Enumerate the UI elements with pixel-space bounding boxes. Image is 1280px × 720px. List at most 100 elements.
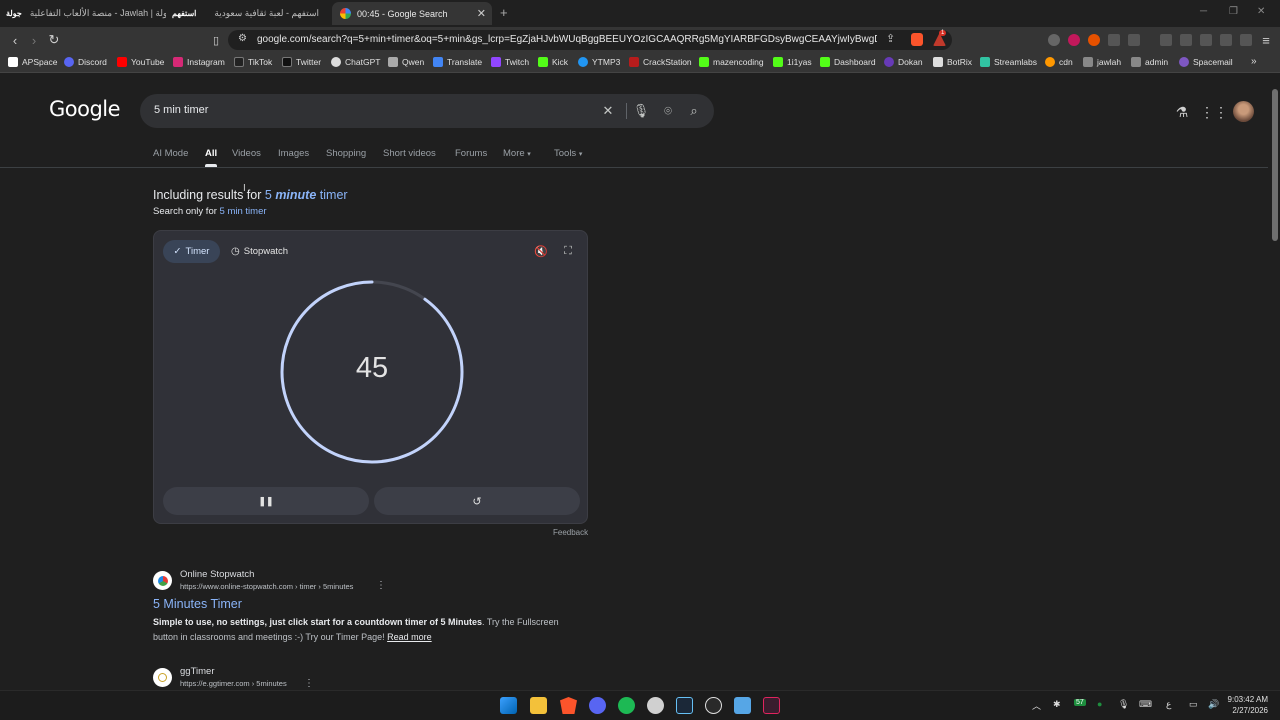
tab-videos[interactable]: Videos xyxy=(232,148,261,159)
pause-button[interactable]: ❚❚ xyxy=(163,487,369,515)
address-bar[interactable]: ⚙ google.com/search?q=5+min+timer&oq=5+m… xyxy=(228,30,952,50)
bookmark-item[interactable]: 1i1yas xyxy=(773,57,812,67)
extension-icon[interactable] xyxy=(1088,34,1100,46)
tab-forums[interactable]: Forums xyxy=(455,148,487,159)
language-indicator[interactable]: ع xyxy=(1166,699,1171,710)
tab-shopping[interactable]: Shopping xyxy=(326,148,366,159)
clock-time[interactable]: 9:03:42 AM xyxy=(1224,695,1268,704)
bookmark-item[interactable]: ChatGPT xyxy=(331,57,380,67)
result-url[interactable]: https://e.ggtimer.com › 5minutes xyxy=(180,679,287,688)
vpn-icon[interactable] xyxy=(1048,34,1060,46)
page-scrollbar[interactable] xyxy=(1270,73,1280,690)
steelseries-icon[interactable] xyxy=(647,697,664,714)
bookmark-item[interactable]: Twitch xyxy=(491,57,529,67)
scrollbar-thumb[interactable] xyxy=(1272,89,1278,241)
vpn-shield-icon[interactable] xyxy=(1240,34,1252,46)
extensions-puzzle-icon[interactable] xyxy=(1108,34,1120,46)
share-icon[interactable]: ⇪ xyxy=(886,32,895,45)
bookmark-item[interactable]: Streamlabs xyxy=(980,57,1037,67)
bookmark-item[interactable]: cdn xyxy=(1045,57,1073,67)
clear-icon[interactable]: ✕ xyxy=(600,103,616,119)
result-url[interactable]: https://www.online-stopwatch.com › timer… xyxy=(180,582,353,591)
tab-estafhim[interactable]: استفهم استفهم - لعبة ثقافية سعودية xyxy=(172,2,328,25)
network-app-icon[interactable]: ✱ xyxy=(1053,699,1061,710)
timer-chip[interactable]: ✓ Timer xyxy=(163,240,220,263)
start-windows-icon[interactable] xyxy=(500,697,517,714)
show-hidden-icons[interactable]: ︿ xyxy=(1032,699,1041,712)
close-window-icon[interactable]: ✕ xyxy=(1257,6,1265,17)
microphone-icon[interactable]: 🎙 xyxy=(633,103,650,119)
more-bookmarks-icon[interactable]: » xyxy=(1251,56,1257,67)
maximize-icon[interactable]: ❐ xyxy=(1229,6,1238,17)
more-options-icon[interactable]: ⋮ xyxy=(376,580,386,591)
mute-icon[interactable]: 🔇 xyxy=(534,244,548,258)
bookmark-item[interactable]: Dokan xyxy=(884,57,923,67)
leo-ai-icon[interactable] xyxy=(1220,34,1232,46)
tab-ai-mode[interactable]: AI Mode xyxy=(153,148,188,159)
steam-icon[interactable] xyxy=(676,697,693,714)
corrected-query-link[interactable]: 5 minute timer xyxy=(265,188,348,202)
new-tab-button[interactable]: + xyxy=(500,5,508,20)
fullscreen-icon[interactable]: ⛶ xyxy=(561,244,575,258)
bookmark-item[interactable]: BotRix xyxy=(933,57,972,67)
tray-app-icon[interactable]: ● xyxy=(1097,699,1102,709)
tab-google-search[interactable]: 00:45 - Google Search ✕ xyxy=(332,2,492,25)
tab-all[interactable]: All xyxy=(205,148,217,159)
bookmark-item[interactable]: mazencoding xyxy=(699,57,764,67)
bookmark-item[interactable]: Twitter xyxy=(282,57,321,67)
tab-jawlah[interactable]: جولة جولة | Jawlah - منصة الألعاب التفاع… xyxy=(6,2,166,25)
notepad-icon[interactable] xyxy=(734,697,751,714)
file-explorer-icon[interactable] xyxy=(530,697,547,714)
tray-badge[interactable]: 57 xyxy=(1074,699,1086,706)
site-settings-icon[interactable]: ⚙ xyxy=(238,33,247,44)
sidebar-icon[interactable] xyxy=(1180,34,1192,46)
google-logo[interactable]: Google xyxy=(49,97,121,121)
avatar[interactable] xyxy=(1233,101,1254,122)
tab-images[interactable]: Images xyxy=(278,148,309,159)
back-icon[interactable]: ‹ xyxy=(7,32,23,48)
obs-icon[interactable] xyxy=(705,697,722,714)
forward-icon[interactable]: › xyxy=(26,32,42,48)
mic-icon[interactable]: 🎙 xyxy=(1118,699,1129,710)
clock-date[interactable]: 2/27/2026 xyxy=(1224,706,1268,715)
bookmark-item[interactable]: Dashboard xyxy=(820,57,876,67)
bookmark-item[interactable]: CrackStation xyxy=(629,57,692,67)
feedback-link[interactable]: Feedback xyxy=(553,528,588,537)
more-options-icon[interactable]: ⋮ xyxy=(304,678,314,689)
tab-tools[interactable]: Tools ▾ xyxy=(554,148,582,159)
search-only-link[interactable]: 5 min timer xyxy=(220,206,267,217)
bookmark-item[interactable]: TikTok xyxy=(234,57,272,67)
brave-shields-icon[interactable] xyxy=(911,33,923,46)
bookmark-item[interactable]: Kick xyxy=(538,57,568,67)
screenshot-icon[interactable] xyxy=(1128,34,1140,46)
bookmark-item[interactable]: YTMP3 xyxy=(578,57,620,67)
bookmark-item[interactable]: APSpace xyxy=(8,57,57,67)
media-icon[interactable] xyxy=(1160,34,1172,46)
tab-more[interactable]: More ▾ xyxy=(503,148,531,159)
search-input[interactable]: 5 min timer ✕ 🎙 ⌾ ⌕ xyxy=(140,94,714,128)
brave-browser-icon[interactable] xyxy=(560,697,577,714)
close-tab-icon[interactable]: ✕ xyxy=(477,7,486,20)
bookmark-item[interactable]: Discord xyxy=(64,57,107,67)
apps-grid-icon[interactable]: ⋮⋮ xyxy=(1200,103,1228,121)
reload-icon[interactable]: ↻ xyxy=(46,32,62,48)
reset-button[interactable]: ↺ xyxy=(374,487,580,515)
app-icon[interactable] xyxy=(763,697,780,714)
search-icon[interactable]: ⌕ xyxy=(686,103,702,119)
bookmark-item[interactable]: jawlah xyxy=(1083,57,1121,67)
bookmark-item[interactable]: Instagram xyxy=(173,57,225,67)
bookmark-item[interactable]: Qwen xyxy=(388,57,424,67)
read-more-link[interactable]: Read more xyxy=(387,632,432,642)
wallet-icon[interactable] xyxy=(1200,34,1212,46)
result-site-name[interactable]: ggTimer xyxy=(180,666,215,677)
volume-icon[interactable]: 🔊 xyxy=(1208,699,1219,710)
bookmark-item[interactable]: Spacemail xyxy=(1179,57,1233,67)
discord-icon[interactable] xyxy=(589,697,606,714)
network-icon[interactable]: ▭ xyxy=(1189,699,1198,710)
keyboard-icon[interactable]: ⌨ xyxy=(1139,699,1152,710)
bookmark-icon[interactable]: ▯ xyxy=(208,32,224,48)
stopwatch-chip[interactable]: ◷ Stopwatch xyxy=(231,240,288,263)
bookmark-item[interactable]: Translate xyxy=(433,57,482,67)
tab-short-videos[interactable]: Short videos xyxy=(383,148,436,159)
extension-icon[interactable] xyxy=(1068,34,1080,46)
